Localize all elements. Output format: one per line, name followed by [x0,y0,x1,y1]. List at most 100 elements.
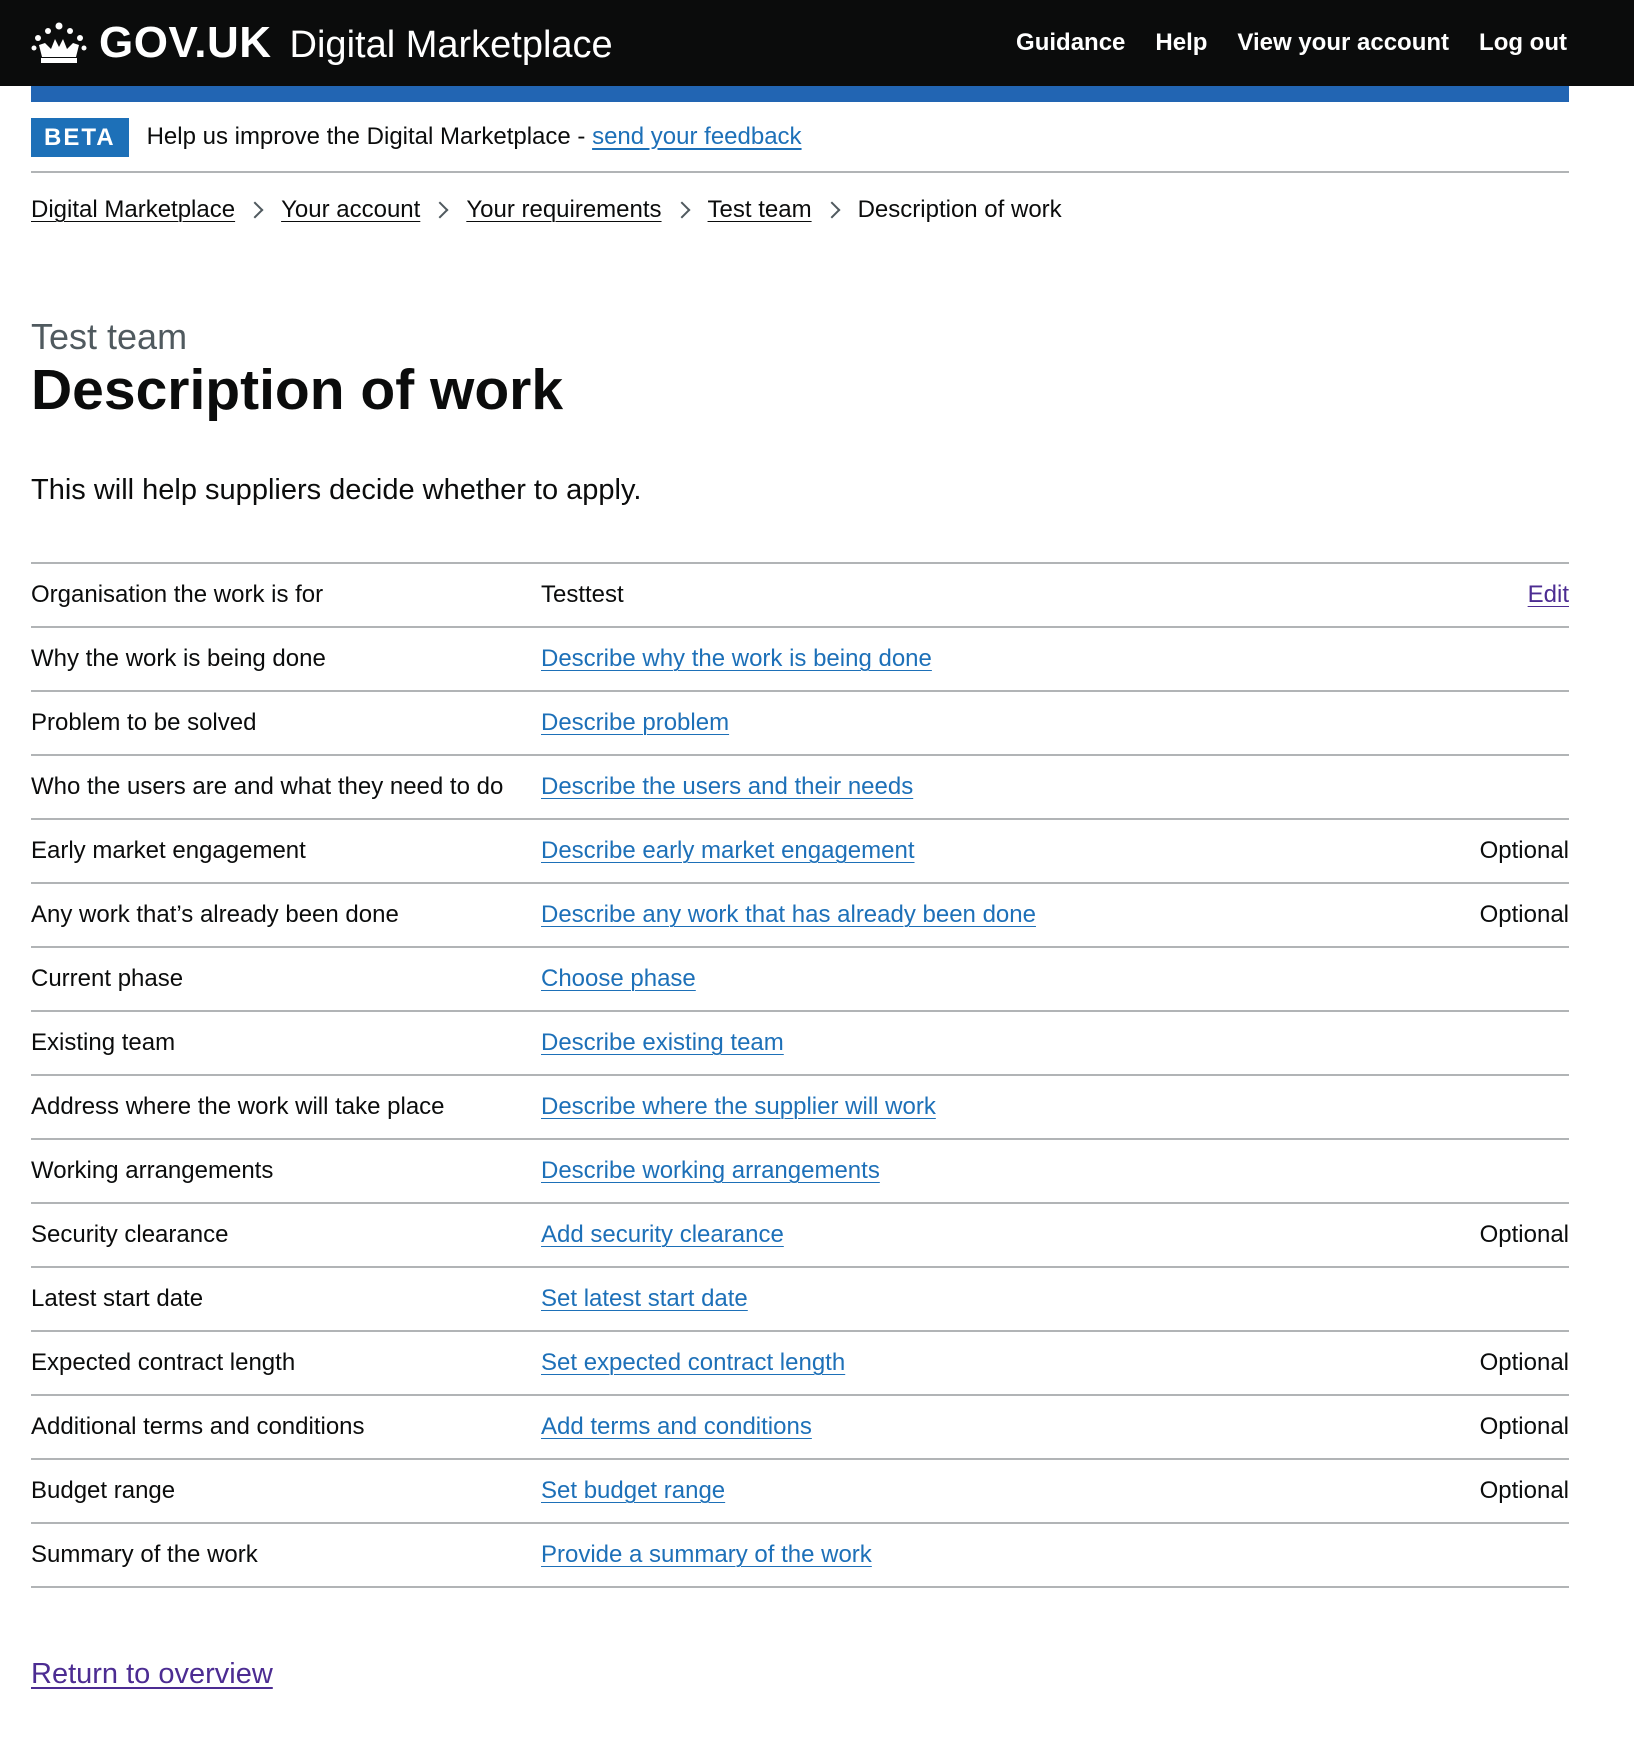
summary-row-link[interactable]: Add terms and conditions [541,1413,812,1440]
breadcrumb-your-account[interactable]: Your account [281,196,420,224]
page-title: Description of work [31,358,564,422]
summary-row-key: Security clearance [31,1221,229,1248]
summary-row: Who the users are and what they need to … [31,756,1569,820]
page-caption: Test team [31,316,188,357]
summary-row-link[interactable]: Describe why the work is being done [541,645,932,672]
summary-row-link[interactable]: Describe working arrangements [541,1157,880,1184]
summary-row-key: Why the work is being done [31,645,326,672]
summary-row-key: Existing team [31,1029,176,1056]
beta-message: Help us improve the Digital Marketplace … [147,123,802,151]
summary-row-value: Describe where the supplier will work [541,1093,1449,1121]
summary-row-value: Set budget range [541,1477,1449,1505]
summary-row-value: Describe any work that has already been … [541,901,1449,929]
summary-row: Summary of the work Provide a summary of … [31,1524,1569,1588]
summary-row-value: Describe existing team [541,1029,1449,1057]
summary-row: Latest start date Set latest start date [31,1268,1569,1332]
summary-row: Problem to be solved Describe problem [31,692,1569,756]
summary-row: Organisation the work is for Testtest Edit [31,564,1569,628]
summary-row-value: Set expected contract length [541,1349,1449,1377]
page-lede: This will help suppliers decide whether … [31,474,642,506]
summary-row-link[interactable]: Provide a summary of the work [541,1541,872,1568]
summary-row: Existing team Describe existing team [31,1012,1569,1076]
summary-row: Current phase Choose phase [31,948,1569,1012]
summary-row-link[interactable]: Set latest start date [541,1285,748,1312]
optional-label: Optional [1479,1413,1569,1440]
summary-row-value: Describe early market engagement [541,837,1449,865]
summary-row-value: Describe why the work is being done [541,645,1449,673]
breadcrumb: Digital Marketplace Your account Your re… [31,196,1569,224]
summary-row-link[interactable]: Describe existing team [541,1029,784,1056]
summary-row-key: Address where the work will take place [31,1093,445,1120]
breadcrumb-test-team[interactable]: Test team [708,196,812,224]
summary-row-value: Describe the users and their needs [541,773,1449,801]
header-blue-bar [31,86,1569,102]
return-link-container: Return to overview [31,1658,1569,1691]
govuk-home-link[interactable]: GOV.UK Digital Marketplace [31,18,613,68]
breadcrumb-digital-marketplace[interactable]: Digital Marketplace [31,196,235,224]
summary-row: Any work that’s already been done Describ… [31,884,1569,948]
summary-row-key: Latest start date [31,1285,204,1312]
beta-tag: BETA [31,118,129,157]
summary-row-value: Set latest start date [541,1285,1449,1313]
service-name: Digital Marketplace [289,23,613,66]
nav-view-account-link[interactable]: View your account [1237,29,1449,57]
summary-row-key: Any work that’s already been done [31,901,399,928]
summary-row-key: Early market engagement [31,837,306,864]
optional-label: Optional [1479,837,1569,864]
edit-link[interactable]: Edit [1528,581,1569,608]
summary-row-value: Describe working arrangements [541,1157,1449,1185]
summary-row-value: Add terms and conditions [541,1413,1449,1441]
summary-row: Budget range Set budget range Optional [31,1460,1569,1524]
summary-row-link[interactable]: Describe any work that has already been … [541,901,1036,928]
beta-text: Help us improve the Digital Marketplace … [146,122,593,150]
optional-label: Optional [1479,1477,1569,1504]
feedback-link[interactable]: send your feedback [592,123,801,150]
crown-icon [31,22,87,63]
summary-row: Working arrangements Describe working arr… [31,1140,1569,1204]
optional-label: Optional [1479,901,1569,928]
summary-row-link[interactable]: Describe where the supplier will work [541,1093,936,1120]
chevron-right-icon [246,201,264,219]
site-header: GOV.UK Digital Marketplace Guidance Help… [0,0,1634,86]
summary-row-key: Budget range [31,1477,176,1504]
summary-row-link[interactable]: Set budget range [541,1477,725,1504]
nav-help-link[interactable]: Help [1155,29,1207,57]
summary-row-action: Edit [1449,581,1569,609]
summary-row-link[interactable]: Describe problem [541,709,729,736]
summary-row-key: Working arrangements [31,1157,274,1184]
breadcrumb-your-requirements[interactable]: Your requirements [466,196,661,224]
summary-row-link[interactable]: Describe early market engagement [541,837,915,864]
summary-list: Organisation the work is for Testtest Edit… [31,562,1569,1588]
summary-row-value: Provide a summary of the work [541,1541,1449,1569]
summary-row-link[interactable]: Describe the users and their needs [541,773,913,800]
summary-row: Security clearance Add security clearance… [31,1204,1569,1268]
summary-row-key: Additional terms and conditions [31,1413,365,1440]
summary-row-link[interactable]: Set expected contract length [541,1349,845,1376]
summary-row-value: Testtest [541,581,624,608]
summary-row-key: Expected contract length [31,1349,296,1376]
summary-row-key: Problem to be solved [31,709,257,736]
header-navigation: Guidance Help View your account Log out [1016,29,1567,57]
nav-guidance-link[interactable]: Guidance [1016,29,1125,57]
nav-log-out-link[interactable]: Log out [1479,29,1567,57]
summary-row: Expected contract length Set expected con… [31,1332,1569,1396]
summary-row-key: Current phase [31,965,184,992]
beta-banner: BETA Help us improve the Digital Marketp… [31,102,1569,173]
summary-row-link[interactable]: Add security clearance [541,1221,784,1248]
govuk-logotype: GOV.UK [99,18,272,67]
summary-row: Address where the work will take place De… [31,1076,1569,1140]
summary-row: Additional terms and conditions Add terms… [31,1396,1569,1460]
summary-row-key: Summary of the work [31,1541,258,1568]
chevron-right-icon [673,201,691,219]
chevron-right-icon [431,201,449,219]
return-to-overview-link[interactable]: Return to overview [31,1658,273,1690]
summary-row: Why the work is being done Describe why t… [31,628,1569,692]
chevron-right-icon [823,201,841,219]
breadcrumb-current: Description of work [857,196,1062,223]
summary-row-key: Who the users are and what they need to … [31,773,504,800]
summary-row: Early market engagement Describe early ma… [31,820,1569,884]
summary-row-key: Organisation the work is for [31,581,324,608]
summary-row-link[interactable]: Choose phase [541,965,696,992]
summary-row-value: Choose phase [541,965,1449,993]
summary-row-value: Describe problem [541,709,1449,737]
